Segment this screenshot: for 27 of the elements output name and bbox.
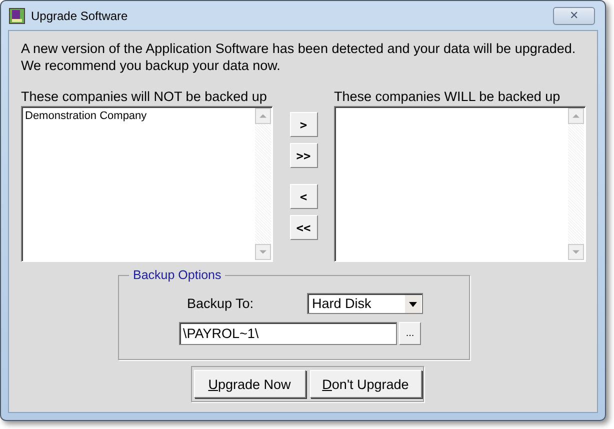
list-box[interactable]: Demonstration Company (21, 106, 273, 262)
action-button[interactable]: Don't Upgrade (310, 370, 422, 398)
list-label: These companies will NOT be backed up (21, 89, 268, 105)
scroll-down-icon[interactable] (568, 244, 584, 260)
backup-to-dropdown[interactable]: Hard Disk (307, 293, 423, 314)
message-text: A new version of the Application Software has been detected and your data will be upgraded. (21, 40, 577, 57)
list-box[interactable] (334, 106, 586, 262)
window-title: Upgrade Software (31, 8, 128, 22)
group-title: Backup Options (129, 268, 226, 282)
move-button[interactable]: > (290, 112, 318, 137)
app-icon (9, 8, 25, 24)
scroll-down-icon[interactable] (255, 244, 271, 260)
list-item[interactable]: Demonstration Company (25, 110, 252, 122)
scroll-up-icon[interactable] (568, 108, 584, 124)
move-button[interactable]: < (290, 184, 318, 209)
backup-to-label: Backup To: (187, 296, 255, 311)
message-text: We recommend you backup your data now. (21, 57, 282, 74)
close-button[interactable]: ✕ (553, 6, 595, 24)
scroll-bar[interactable] (568, 108, 584, 260)
scroll-bar[interactable] (255, 108, 271, 260)
action-button[interactable]: Upgrade Now (194, 370, 306, 398)
move-button[interactable]: << (290, 215, 318, 240)
path-field[interactable]: \PAYROL~1\ (179, 322, 397, 345)
list-label: These companies WILL be backed up (334, 89, 562, 105)
scroll-up-icon[interactable] (255, 108, 271, 124)
browse-button[interactable]: ... (399, 322, 421, 345)
move-button[interactable]: >> (290, 143, 318, 168)
